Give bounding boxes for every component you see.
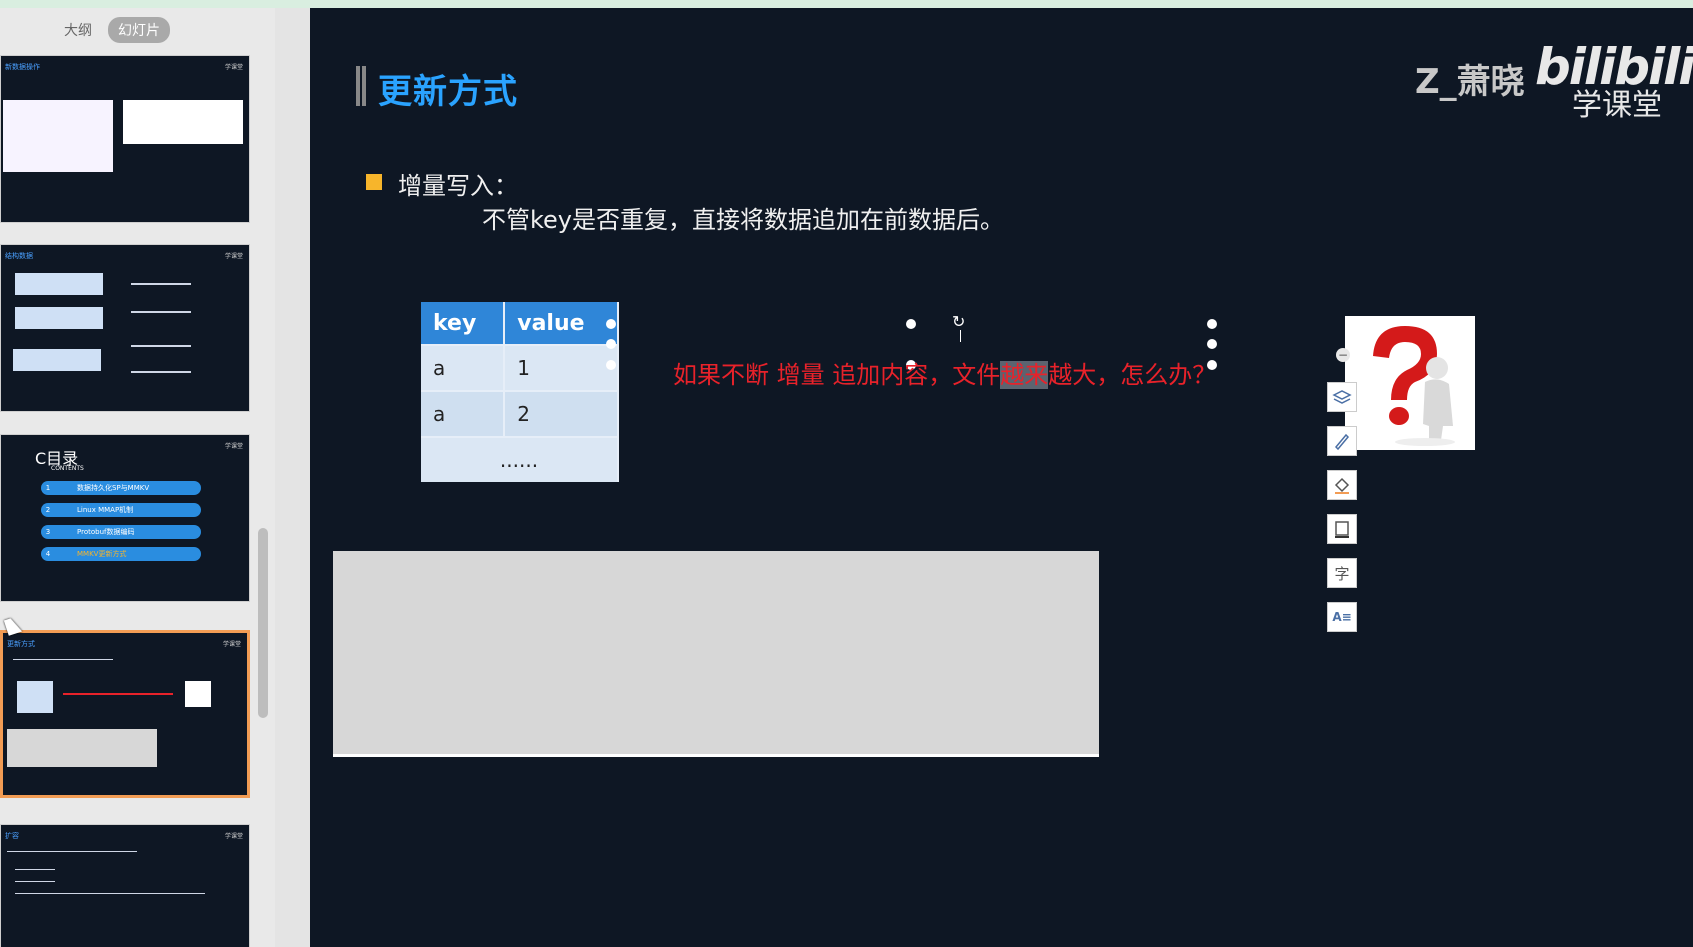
thumb-text-line	[131, 345, 191, 347]
slide-thumbnail-1[interactable]: 新数据操作 学课堂	[0, 55, 250, 223]
thumb-image	[185, 681, 211, 707]
thumb-text-line	[15, 881, 55, 882]
table-header-key: key	[421, 302, 506, 345]
thumb-text-line	[131, 371, 191, 373]
thumb-table	[3, 100, 113, 172]
thumb-text-line	[131, 283, 191, 285]
brand-subtitle: 学课堂	[1572, 88, 1662, 123]
thumb-logo: 学课堂	[224, 443, 243, 450]
question-text-before: 如果不断 增量 追加内容，文件	[673, 361, 1001, 389]
table-row: a 1	[421, 344, 619, 391]
contents-item-num: 2	[45, 506, 51, 514]
bullet-square-icon	[366, 174, 382, 190]
thumb-table	[17, 681, 53, 713]
resize-handle[interactable]	[1207, 339, 1217, 349]
thumb-block	[15, 273, 103, 295]
contents-item-num: 4	[45, 550, 51, 558]
contents-item-label: Protobuf数据编码	[77, 528, 135, 536]
text-icon[interactable]: 字	[1327, 558, 1357, 588]
table-cell: a	[421, 390, 506, 437]
slide-thumbnail-4[interactable]: 更新方式 学课堂	[0, 630, 250, 798]
contents-item-num: 3	[45, 528, 51, 536]
text-style-icon[interactable]: A≡	[1327, 602, 1357, 632]
thumb-contents-list: 1 数据持久化SP与MMKV 2 Linux MMAP机制 3 Protobuf…	[41, 481, 201, 569]
question-text-box[interactable]: 如果不断 增量 追加内容，文件越来越大，怎么办？	[673, 355, 1216, 390]
table-row: a 2	[421, 390, 619, 437]
thumb-gray-box	[7, 729, 157, 767]
bullet-description[interactable]: 不管key是否重复，直接将数据追加在前数据后。	[482, 200, 1004, 235]
thumb-logo: 学课堂	[222, 641, 241, 648]
window-top-bar	[0, 0, 1693, 8]
contents-item-label: Linux MMAP机制	[77, 506, 134, 514]
thumb-block	[13, 349, 101, 371]
rotate-stem	[960, 330, 961, 342]
thumb-logo: 学课堂	[224, 64, 243, 71]
view-tabs: 大纲 幻灯片	[58, 17, 170, 43]
zoom-minus-icon[interactable]: −	[1336, 348, 1350, 362]
brand-name: Z_萧晓	[1415, 62, 1525, 102]
thumb-title: 结构数据	[5, 252, 33, 260]
resize-handle[interactable]	[1207, 319, 1217, 329]
question-text-selection: 越来	[1000, 361, 1049, 389]
resize-handle[interactable]	[606, 319, 616, 329]
thumb-text-line	[15, 869, 55, 870]
thumb-subtitle: CONTENTS	[51, 465, 84, 472]
slide-thumbnail-3[interactable]: C目录 CONTENTS 学课堂 1 数据持久化SP与MMKV 2 Linux …	[0, 434, 250, 602]
table-cell: a	[421, 344, 506, 391]
bullet-title[interactable]: 增量写入：	[398, 166, 518, 201]
contents-item-label: 数据持久化SP与MMKV	[77, 484, 150, 492]
panel-divider[interactable]	[275, 8, 310, 947]
thumb-text-line	[131, 311, 191, 313]
tab-outline[interactable]: 大纲	[58, 18, 98, 42]
question-text-after: 越大，怎么办？	[1048, 361, 1217, 389]
resize-handle[interactable]	[606, 360, 616, 370]
thumb-question	[63, 693, 173, 695]
pen-icon[interactable]	[1327, 426, 1357, 456]
thumbnail-scrollbar[interactable]	[258, 528, 268, 718]
table-cell-ellipsis: ......	[421, 436, 619, 482]
thumb-title: 扩容	[5, 832, 19, 840]
contents-item: 2 Linux MMAP机制	[41, 503, 201, 517]
slide-thumbnail-panel: 大纲 幻灯片 新数据操作 学课堂 结构数据 学课堂 C目录 CONTENTS 学…	[0, 8, 310, 947]
thumb-text-line	[7, 851, 137, 852]
thumb-text-line	[15, 893, 205, 894]
thumb-text-line	[13, 659, 113, 660]
title-bar-icon	[356, 66, 366, 106]
contents-item-num: 1	[45, 484, 51, 492]
fill-icon[interactable]	[1327, 470, 1357, 500]
floating-format-toolbar: 字 A≡	[1327, 382, 1357, 646]
layers-icon[interactable]	[1327, 382, 1357, 412]
thumb-title: 新数据操作	[5, 63, 40, 71]
thumb-block	[15, 307, 103, 329]
tab-slides[interactable]: 幻灯片	[108, 17, 170, 43]
contents-item: 1 数据持久化SP与MMKV	[41, 481, 201, 495]
thumb-logo: 学课堂	[224, 833, 243, 840]
contents-item: 4 MMKV更新方式	[41, 547, 201, 561]
question-man-image[interactable]	[1345, 316, 1475, 450]
rotate-handle-icon[interactable]: ↻	[952, 312, 965, 331]
slide-thumbnail-5[interactable]: 扩容 学课堂	[0, 824, 250, 947]
resize-handle[interactable]	[606, 339, 616, 349]
border-icon[interactable]	[1327, 514, 1357, 544]
thumb-title: 更新方式	[7, 640, 35, 648]
key-value-table[interactable]: key value a 1 a 2 ......	[421, 302, 619, 482]
thumb-diagram	[123, 100, 243, 144]
slide-thumbnail-2[interactable]: 结构数据 学课堂	[0, 244, 250, 412]
table-cell: 1	[504, 344, 619, 391]
gray-placeholder-box[interactable]	[333, 551, 1099, 757]
slide-canvas: 更新方式 Z_萧晓 bilibili 学课堂 增量写入： 不管key是否重复，直…	[310, 8, 1693, 947]
contents-item: 3 Protobuf数据编码	[41, 525, 201, 539]
contents-item-label: MMKV更新方式	[77, 550, 127, 558]
table-header-value: value	[504, 302, 619, 345]
slide-title[interactable]: 更新方式	[378, 64, 518, 113]
table-row: ......	[421, 436, 619, 482]
table-cell: 2	[504, 390, 619, 437]
thumb-logo: 学课堂	[224, 253, 243, 260]
resize-handle[interactable]	[906, 319, 916, 329]
